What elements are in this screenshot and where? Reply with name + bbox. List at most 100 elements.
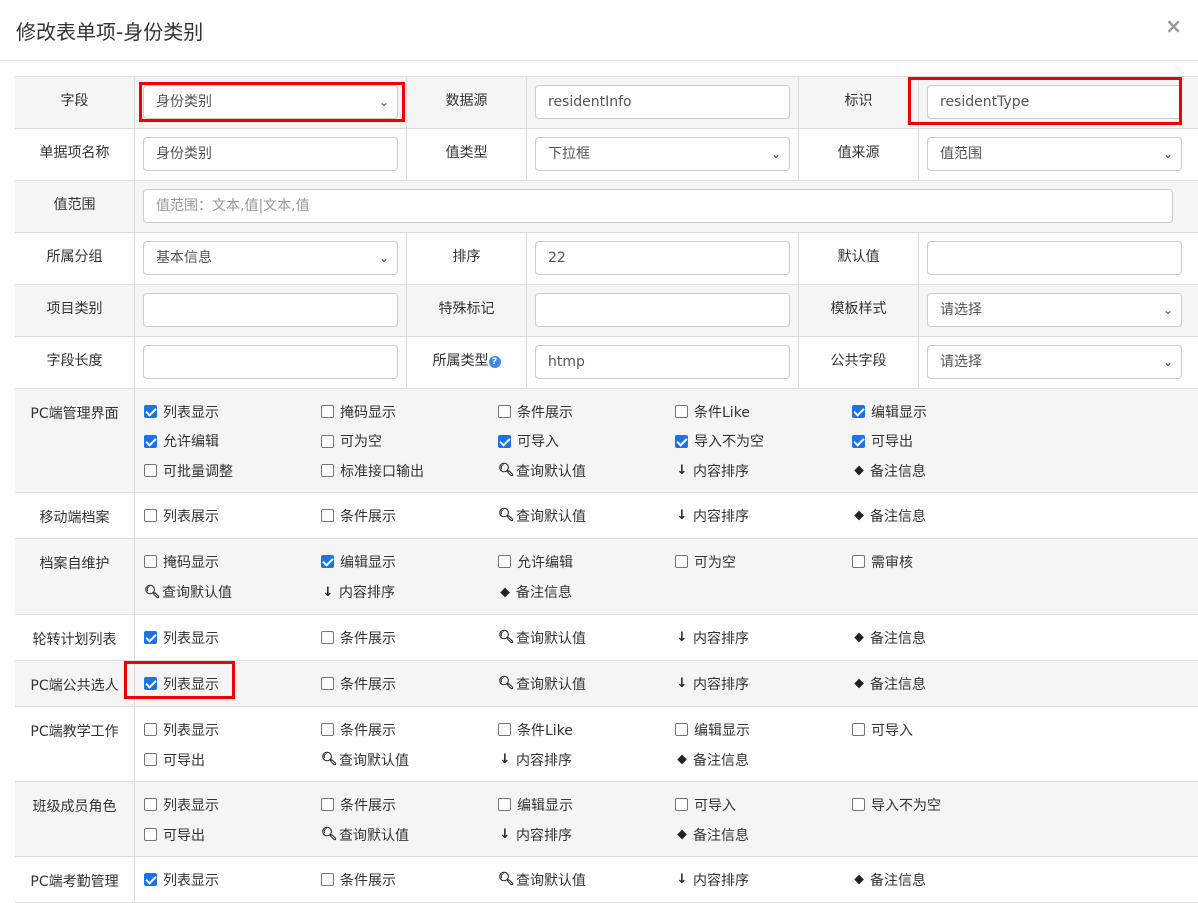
option-checkbox[interactable]: 可导出 [144, 745, 321, 774]
item-name-input[interactable]: 身份类别 [143, 137, 398, 171]
checkbox-unchecked[interactable] [321, 723, 334, 736]
value-source-select[interactable]: 值范围 ⌄ [927, 137, 1182, 171]
help-icon[interactable]: ? [488, 356, 501, 368]
option-checkbox[interactable]: 可导入 [852, 715, 1029, 744]
template-style-select[interactable]: 请选择 ⌄ [927, 293, 1182, 327]
tag-action[interactable]: ⬥ 备注信息 [852, 501, 1029, 530]
checkbox-unchecked[interactable] [498, 405, 511, 418]
checkbox-checked[interactable] [321, 555, 334, 568]
option-checkbox[interactable]: 条件展示 [321, 715, 498, 744]
option-checkbox[interactable]: 列表显示 [144, 669, 321, 698]
checkbox-checked[interactable] [144, 677, 157, 690]
checkbox-unchecked[interactable] [852, 723, 865, 736]
checkbox-checked[interactable] [852, 405, 865, 418]
option-checkbox[interactable]: 编辑显示 [498, 790, 675, 819]
tag-action[interactable]: ⬥ 备注信息 [852, 669, 1029, 698]
option-checkbox[interactable]: 条件Like [675, 397, 852, 426]
checkbox-unchecked[interactable] [675, 798, 688, 811]
option-checkbox[interactable]: 编辑显示 [675, 715, 852, 744]
option-checkbox[interactable]: 列表显示 [144, 623, 321, 652]
default-value-input[interactable] [927, 241, 1182, 275]
checkbox-unchecked[interactable] [852, 798, 865, 811]
tag-action[interactable]: ⬥ 备注信息 [852, 865, 1029, 894]
belong-type-input[interactable]: htmp [535, 345, 790, 379]
option-checkbox[interactable]: 掩码显示 [321, 397, 498, 426]
checkbox-unchecked[interactable] [144, 828, 157, 841]
option-checkbox[interactable]: 列表展示 [144, 501, 321, 530]
checkbox-checked[interactable] [144, 434, 157, 448]
checkbox-checked[interactable] [144, 873, 157, 886]
checkbox-unchecked[interactable] [321, 631, 334, 644]
checkbox-unchecked[interactable] [321, 405, 334, 418]
option-checkbox[interactable]: 条件Like [498, 715, 675, 744]
option-checkbox[interactable]: 编辑显示 [852, 397, 1029, 426]
search-action[interactable]: 🔍︎ 查询默认值 [321, 745, 498, 774]
checkbox-unchecked[interactable] [144, 509, 157, 522]
tag-action[interactable]: ⬥ 备注信息 [675, 820, 852, 849]
checkbox-unchecked[interactable] [852, 555, 865, 568]
sort-action[interactable]: ↓ 内容排序 [675, 669, 852, 698]
option-checkbox[interactable]: 导入不为空 [675, 427, 852, 456]
field-length-input[interactable] [143, 345, 398, 379]
sort-action[interactable]: ↓ 内容排序 [675, 501, 852, 530]
search-action[interactable]: 🔍︎ 查询默认值 [498, 501, 675, 530]
option-checkbox[interactable]: 条件展示 [321, 501, 498, 530]
option-checkbox[interactable]: 可导出 [144, 820, 321, 849]
sort-action[interactable]: ↓ 内容排序 [675, 865, 852, 894]
checkbox-checked[interactable] [144, 631, 157, 644]
checkbox-unchecked[interactable] [498, 555, 511, 568]
search-action[interactable]: 🔍︎ 查询默认值 [498, 669, 675, 698]
checkbox-unchecked[interactable] [144, 798, 157, 811]
tag-action[interactable]: ⬥ 备注信息 [852, 456, 1029, 485]
public-field-select[interactable]: 请选择 ⌄ [927, 345, 1182, 379]
option-checkbox[interactable]: 可为空 [321, 427, 498, 456]
checkbox-unchecked[interactable] [498, 723, 511, 736]
value-type-select[interactable]: 下拉框 ⌄ [535, 137, 790, 171]
checkbox-unchecked[interactable] [321, 434, 334, 448]
value-range-input[interactable]: 值范围：文本,值|文本,值 [143, 189, 1173, 223]
option-checkbox[interactable]: 掩码显示 [144, 547, 321, 576]
option-checkbox[interactable]: 可导入 [498, 427, 675, 456]
sort-action[interactable]: ↓ 内容排序 [498, 745, 675, 774]
checkbox-checked[interactable] [498, 434, 511, 448]
option-checkbox[interactable]: 列表显示 [144, 865, 321, 894]
special-mark-input[interactable] [535, 293, 790, 327]
group-select[interactable]: 基本信息 ⌄ [143, 241, 398, 275]
option-checkbox[interactable]: 导入不为空 [852, 790, 1029, 819]
checkbox-unchecked[interactable] [321, 464, 334, 478]
option-checkbox[interactable]: 列表显示 [144, 397, 321, 426]
checkbox-unchecked[interactable] [144, 723, 157, 736]
field-select[interactable]: 身份类别 ⌄ [143, 85, 398, 119]
close-button[interactable]: × [1165, 14, 1182, 38]
tag-action[interactable]: ⬥ 备注信息 [498, 578, 675, 607]
option-checkbox[interactable]: 条件展示 [498, 397, 675, 426]
option-checkbox[interactable]: 可导入 [675, 790, 852, 819]
sort-action[interactable]: ↓ 内容排序 [321, 578, 498, 607]
option-checkbox[interactable]: 条件展示 [321, 790, 498, 819]
option-checkbox[interactable]: 条件展示 [321, 669, 498, 698]
option-checkbox[interactable]: 可为空 [675, 547, 852, 576]
sort-action[interactable]: ↓ 内容排序 [675, 623, 852, 652]
item-category-input[interactable] [143, 293, 398, 327]
search-action[interactable]: 🔍︎ 查询默认值 [498, 623, 675, 652]
option-checkbox[interactable]: 可批量调整 [144, 456, 321, 485]
checkbox-unchecked[interactable] [498, 798, 511, 811]
search-action[interactable]: 🔍︎ 查询默认值 [498, 865, 675, 894]
option-checkbox[interactable]: 需审核 [852, 547, 1029, 576]
checkbox-unchecked[interactable] [321, 509, 334, 522]
checkbox-unchecked[interactable] [675, 405, 688, 418]
checkbox-checked[interactable] [144, 405, 157, 418]
tag-action[interactable]: ⬥ 备注信息 [675, 745, 852, 774]
checkbox-unchecked[interactable] [675, 723, 688, 736]
sort-input[interactable]: 22 [535, 241, 790, 275]
checkbox-unchecked[interactable] [321, 873, 334, 886]
checkbox-unchecked[interactable] [321, 677, 334, 690]
checkbox-unchecked[interactable] [144, 753, 157, 766]
identifier-input[interactable]: residentType [927, 85, 1182, 119]
checkbox-unchecked[interactable] [675, 555, 688, 568]
option-checkbox[interactable]: 可导出 [852, 427, 1029, 456]
option-checkbox[interactable]: 条件展示 [321, 623, 498, 652]
option-checkbox[interactable]: 允许编辑 [498, 547, 675, 576]
checkbox-checked[interactable] [675, 434, 688, 448]
option-checkbox[interactable]: 允许编辑 [144, 427, 321, 456]
